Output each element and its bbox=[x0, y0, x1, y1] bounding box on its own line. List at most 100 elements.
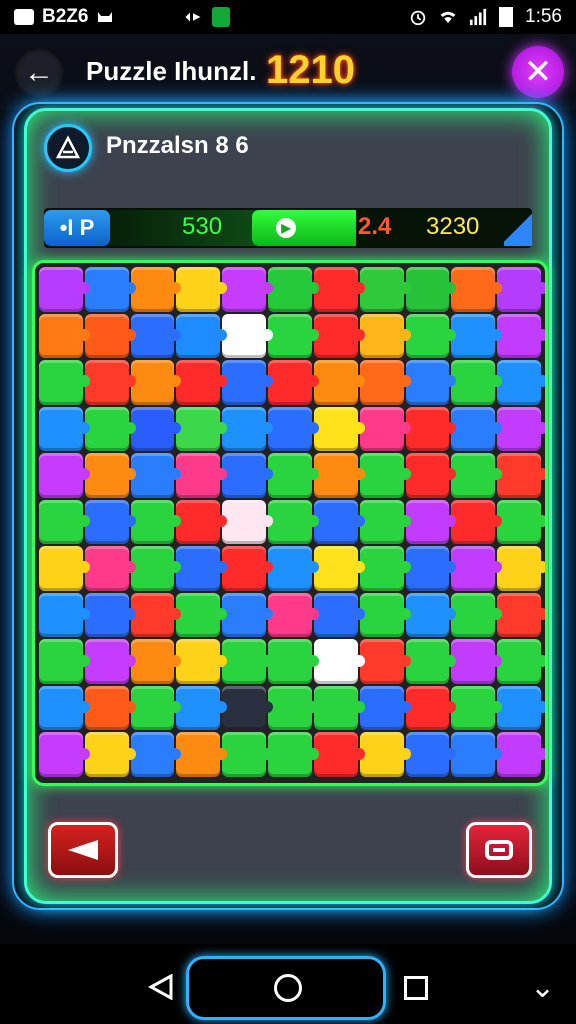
puzzle-piece[interactable] bbox=[222, 639, 273, 684]
puzzle-piece[interactable] bbox=[405, 267, 457, 312]
puzzle-piece[interactable] bbox=[39, 453, 90, 498]
puzzle-piece[interactable] bbox=[222, 453, 273, 498]
puzzle-piece[interactable] bbox=[268, 546, 319, 591]
puzzle-piece[interactable] bbox=[176, 453, 228, 498]
puzzle-piece[interactable] bbox=[497, 406, 545, 452]
puzzle-piece[interactable] bbox=[130, 267, 182, 312]
puzzle-piece[interactable] bbox=[268, 639, 319, 684]
puzzle-piece[interactable] bbox=[359, 685, 411, 731]
puzzle-piece[interactable] bbox=[451, 267, 502, 312]
puzzle-piece[interactable] bbox=[268, 499, 319, 545]
puzzle-piece[interactable] bbox=[451, 685, 502, 731]
puzzle-piece[interactable] bbox=[84, 732, 136, 777]
puzzle-piece[interactable] bbox=[84, 592, 136, 638]
puzzle-piece[interactable] bbox=[405, 499, 457, 545]
puzzle-piece[interactable] bbox=[497, 546, 545, 591]
puzzle-piece[interactable] bbox=[451, 732, 502, 777]
puzzle-piece[interactable] bbox=[313, 732, 365, 777]
puzzle-piece[interactable] bbox=[222, 732, 273, 777]
previous-button[interactable] bbox=[48, 822, 118, 878]
puzzle-piece[interactable] bbox=[39, 732, 90, 777]
puzzle-piece[interactable] bbox=[39, 546, 90, 591]
puzzle-piece[interactable] bbox=[84, 685, 136, 731]
puzzle-piece[interactable] bbox=[451, 499, 502, 545]
puzzle-piece[interactable] bbox=[268, 406, 319, 452]
puzzle-piece[interactable] bbox=[84, 267, 136, 312]
puzzle-piece[interactable] bbox=[359, 360, 411, 405]
puzzle-piece[interactable] bbox=[405, 732, 457, 777]
puzzle-piece[interactable] bbox=[84, 453, 136, 498]
puzzle-grid[interactable] bbox=[39, 267, 545, 777]
puzzle-piece[interactable] bbox=[405, 592, 457, 638]
puzzle-piece[interactable] bbox=[405, 453, 457, 498]
puzzle-piece[interactable] bbox=[222, 406, 273, 452]
puzzle-piece[interactable] bbox=[313, 685, 365, 731]
puzzle-piece[interactable] bbox=[130, 592, 182, 638]
puzzle-piece[interactable] bbox=[313, 360, 365, 405]
puzzle-piece[interactable] bbox=[268, 360, 319, 405]
puzzle-piece[interactable] bbox=[313, 546, 365, 591]
puzzle-piece[interactable] bbox=[39, 639, 90, 684]
puzzle-piece[interactable] bbox=[176, 313, 228, 359]
puzzle-piece[interactable] bbox=[313, 453, 365, 498]
puzzle-piece[interactable] bbox=[359, 639, 411, 684]
puzzle-piece[interactable] bbox=[130, 453, 182, 498]
puzzle-piece[interactable] bbox=[39, 499, 90, 545]
puzzle-piece[interactable] bbox=[451, 546, 502, 591]
puzzle-piece[interactable] bbox=[497, 453, 545, 498]
puzzle-piece[interactable] bbox=[405, 406, 457, 452]
nav-back-icon[interactable] bbox=[148, 974, 174, 1000]
puzzle-piece[interactable] bbox=[268, 267, 319, 312]
puzzle-piece[interactable] bbox=[497, 360, 545, 405]
puzzle-piece[interactable] bbox=[176, 360, 228, 405]
puzzle-piece[interactable] bbox=[130, 406, 182, 452]
puzzle-piece[interactable] bbox=[268, 313, 319, 359]
puzzle-piece[interactable] bbox=[222, 592, 273, 638]
puzzle-piece[interactable] bbox=[313, 406, 365, 452]
puzzle-piece[interactable] bbox=[359, 267, 411, 312]
puzzle-piece[interactable] bbox=[497, 639, 545, 684]
puzzle-piece[interactable] bbox=[451, 360, 502, 405]
puzzle-piece[interactable] bbox=[405, 313, 457, 359]
puzzle-piece[interactable] bbox=[39, 313, 90, 359]
puzzle-piece[interactable] bbox=[405, 360, 457, 405]
puzzle-piece[interactable] bbox=[39, 685, 90, 731]
puzzle-piece[interactable] bbox=[359, 313, 411, 359]
puzzle-piece[interactable] bbox=[359, 592, 411, 638]
puzzle-piece[interactable] bbox=[451, 313, 502, 359]
puzzle-piece[interactable] bbox=[130, 313, 182, 359]
puzzle-piece[interactable] bbox=[176, 685, 228, 731]
puzzle-piece[interactable] bbox=[39, 592, 90, 638]
puzzle-piece[interactable] bbox=[222, 685, 273, 731]
puzzle-piece[interactable] bbox=[84, 546, 136, 591]
puzzle-piece[interactable] bbox=[222, 499, 273, 545]
puzzle-piece[interactable] bbox=[359, 406, 411, 452]
puzzle-piece[interactable] bbox=[176, 732, 228, 777]
puzzle-piece[interactable] bbox=[176, 406, 228, 452]
puzzle-piece[interactable] bbox=[451, 406, 502, 452]
puzzle-piece[interactable] bbox=[222, 313, 273, 359]
nav-home-icon[interactable] bbox=[274, 974, 302, 1002]
puzzle-piece[interactable] bbox=[222, 360, 273, 405]
puzzle-piece[interactable] bbox=[130, 639, 182, 684]
puzzle-piece[interactable] bbox=[359, 499, 411, 545]
puzzle-piece[interactable] bbox=[359, 453, 411, 498]
play-icon[interactable]: ▶ bbox=[276, 218, 296, 238]
puzzle-piece[interactable] bbox=[313, 313, 365, 359]
puzzle-piece[interactable] bbox=[130, 360, 182, 405]
puzzle-piece[interactable] bbox=[405, 639, 457, 684]
nav-recent-icon[interactable] bbox=[404, 976, 428, 1000]
puzzle-piece[interactable] bbox=[405, 685, 457, 731]
puzzle-piece[interactable] bbox=[39, 360, 90, 405]
puzzle-piece[interactable] bbox=[497, 267, 545, 312]
puzzle-piece[interactable] bbox=[313, 267, 365, 312]
puzzle-piece[interactable] bbox=[84, 639, 136, 684]
puzzle-piece[interactable] bbox=[497, 732, 545, 777]
puzzle-piece[interactable] bbox=[176, 499, 228, 545]
puzzle-piece[interactable] bbox=[176, 267, 228, 312]
puzzle-piece[interactable] bbox=[39, 406, 90, 452]
puzzle-piece[interactable] bbox=[130, 546, 182, 591]
puzzle-piece[interactable] bbox=[313, 499, 365, 545]
puzzle-board[interactable] bbox=[32, 260, 548, 786]
puzzle-piece[interactable] bbox=[176, 639, 228, 684]
